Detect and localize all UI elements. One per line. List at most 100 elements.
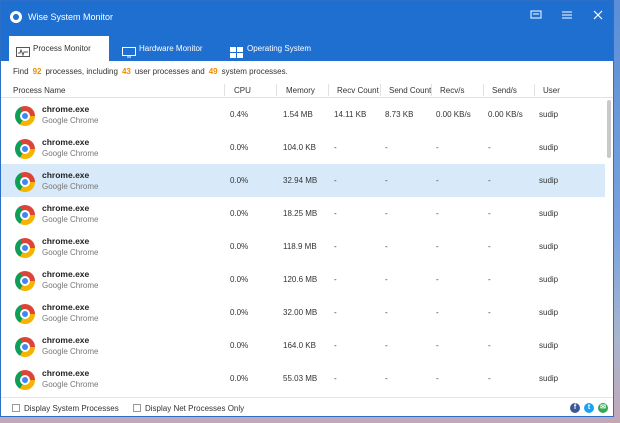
- app-logo-icon: [10, 11, 22, 23]
- cpu-value: 0.0%: [230, 242, 249, 251]
- send-rate-value: -: [488, 374, 491, 383]
- memory-value: 118.9 MB: [283, 242, 317, 251]
- message-icon[interactable]: [529, 9, 543, 25]
- close-icon[interactable]: [591, 9, 605, 25]
- column-process-name[interactable]: Process Name: [13, 86, 65, 95]
- recv-rate-value: -: [436, 374, 439, 383]
- memory-value: 32.00 MB: [283, 308, 318, 317]
- app-window: Wise System Monitor Process Monitor Hard…: [0, 0, 614, 417]
- user-value: sudip: [539, 308, 559, 317]
- process-description: Google Chrome: [42, 380, 99, 389]
- cpu-value: 0.4%: [230, 110, 249, 119]
- pulse-monitor-icon: [16, 43, 30, 57]
- column-recv-s[interactable]: Recv/s: [440, 86, 464, 95]
- user-value: sudip: [539, 275, 559, 284]
- facebook-icon[interactable]: f: [570, 403, 580, 413]
- column-user[interactable]: User: [543, 86, 560, 95]
- tab-operating-system[interactable]: Operating System: [223, 36, 331, 61]
- send-rate-value: -: [488, 275, 491, 284]
- tab-bar: Process Monitor Hardware Monitor Operati…: [1, 33, 613, 61]
- chrome-icon: [15, 370, 35, 390]
- column-divider: [534, 84, 535, 96]
- tab-label: Process Monitor: [33, 44, 91, 53]
- process-description: Google Chrome: [42, 116, 99, 125]
- process-name: chrome.exe: [42, 104, 90, 114]
- recv-count-value: -: [334, 374, 337, 383]
- process-description: Google Chrome: [42, 314, 99, 323]
- cpu-value: 0.0%: [230, 176, 249, 185]
- display-system-processes-label[interactable]: Display System Processes: [24, 404, 119, 413]
- column-send-s[interactable]: Send/s: [492, 86, 517, 95]
- display-net-processes-checkbox[interactable]: [133, 404, 141, 412]
- recv-rate-value: -: [436, 275, 439, 284]
- recv-count-value: -: [334, 143, 337, 152]
- send-rate-value: -: [488, 308, 491, 317]
- cpu-value: 0.0%: [230, 275, 249, 284]
- footer-bar: Display System Processes Display Net Pro…: [1, 397, 613, 416]
- tab-process-monitor[interactable]: Process Monitor: [9, 36, 109, 61]
- table-row[interactable]: chrome.exe Google Chrome 0.0% 18.25 MB -…: [1, 197, 605, 230]
- feedback-icon[interactable]: ✉: [598, 403, 608, 413]
- recv-rate-value: -: [436, 209, 439, 218]
- table-row[interactable]: chrome.exe Google Chrome 0.0% 120.6 MB -…: [1, 263, 605, 296]
- menu-icon[interactable]: [560, 9, 574, 25]
- recv-count-value: -: [334, 242, 337, 251]
- table-row[interactable]: chrome.exe Google Chrome 0.0% 104.0 KB -…: [1, 131, 605, 164]
- column-memory[interactable]: Memory: [286, 86, 315, 95]
- process-description: Google Chrome: [42, 281, 99, 290]
- cpu-value: 0.0%: [230, 341, 249, 350]
- column-divider: [380, 84, 381, 96]
- process-name: chrome.exe: [42, 203, 90, 213]
- memory-value: 32.94 MB: [283, 176, 318, 185]
- chrome-icon: [15, 304, 35, 324]
- recv-rate-value: 0.00 KB/s: [436, 110, 471, 119]
- total-process-count: 92: [32, 67, 42, 76]
- table-header: Process Name CPU Memory Recv Count Send …: [1, 82, 613, 98]
- column-recv-count[interactable]: Recv Count: [337, 86, 379, 95]
- recv-rate-value: -: [436, 143, 439, 152]
- column-cpu[interactable]: CPU: [234, 86, 251, 95]
- recv-count-value: -: [334, 275, 337, 284]
- send-count-value: -: [385, 143, 388, 152]
- user-value: sudip: [539, 110, 559, 119]
- send-count-value: -: [385, 308, 388, 317]
- table-row[interactable]: chrome.exe Google Chrome 0.0% 118.9 MB -…: [1, 230, 605, 263]
- table-row[interactable]: chrome.exe Google Chrome 0.0% 55.03 MB -…: [1, 362, 605, 395]
- recv-rate-value: -: [436, 308, 439, 317]
- chrome-icon: [15, 238, 35, 258]
- cpu-value: 0.0%: [230, 308, 249, 317]
- send-rate-value: -: [488, 143, 491, 152]
- column-send-count[interactable]: Send Count: [389, 86, 431, 95]
- memory-value: 164.0 KB: [283, 341, 316, 350]
- process-name: chrome.exe: [42, 236, 90, 246]
- window-title: Wise System Monitor: [28, 12, 114, 22]
- display-system-processes-checkbox[interactable]: [12, 404, 20, 412]
- chrome-icon: [15, 337, 35, 357]
- computer-monitor-icon: [122, 43, 136, 58]
- table-row-selected[interactable]: chrome.exe Google Chrome 0.0% 32.94 MB -…: [1, 164, 605, 197]
- vertical-scrollbar[interactable]: [605, 98, 613, 397]
- user-process-count: 43: [121, 67, 131, 76]
- send-count-value: -: [385, 374, 388, 383]
- send-rate-value: -: [488, 242, 491, 251]
- scrollbar-thumb[interactable]: [607, 100, 611, 158]
- display-net-processes-label[interactable]: Display Net Processes Only: [145, 404, 244, 413]
- chrome-icon: [15, 271, 35, 291]
- column-divider: [224, 84, 225, 96]
- tab-hardware-monitor[interactable]: Hardware Monitor: [115, 36, 219, 61]
- tab-label: Hardware Monitor: [139, 44, 203, 53]
- table-row[interactable]: chrome.exe Google Chrome 0.0% 164.0 KB -…: [1, 329, 605, 362]
- memory-value: 120.6 MB: [283, 275, 318, 284]
- memory-value: 55.03 MB: [283, 374, 318, 383]
- process-description: Google Chrome: [42, 182, 99, 191]
- table-row[interactable]: chrome.exe Google Chrome 0.0% 32.00 MB -…: [1, 296, 605, 329]
- chrome-icon: [15, 205, 35, 225]
- table-row[interactable]: chrome.exe Google Chrome 0.4% 1.54 MB 14…: [1, 98, 605, 131]
- twitter-icon[interactable]: t: [584, 403, 594, 413]
- process-description: Google Chrome: [42, 149, 99, 158]
- column-divider: [328, 84, 329, 96]
- recv-count-value: 14.11 KB: [334, 110, 367, 119]
- recv-rate-value: -: [436, 242, 439, 251]
- user-value: sudip: [539, 209, 559, 218]
- send-rate-value: -: [488, 209, 491, 218]
